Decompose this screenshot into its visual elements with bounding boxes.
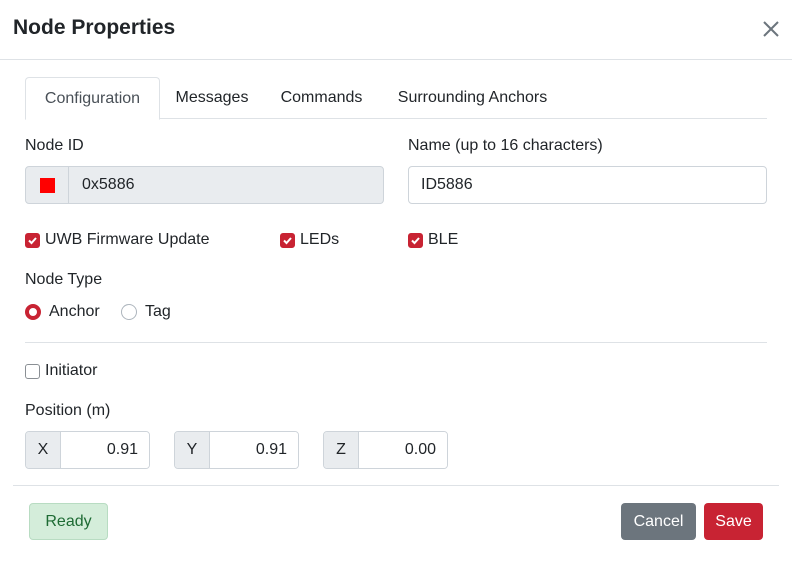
tab-bar: Configuration Messages Commands Surround…	[25, 77, 767, 120]
ble-label: BLE	[428, 231, 459, 248]
initiator-label: Initiator	[45, 362, 98, 379]
position-label: Position (m)	[25, 402, 111, 419]
status-badge: Ready	[29, 503, 108, 540]
tab-configuration[interactable]: Configuration	[25, 77, 160, 120]
node-id-value: 0x5886	[82, 176, 135, 193]
checkbox-checked-icon	[25, 232, 40, 248]
name-label: Name (up to 16 characters)	[408, 137, 603, 154]
checkbox-checked-icon	[408, 232, 423, 248]
dialog-header: Node Properties	[0, 0, 792, 60]
position-z-input[interactable]	[360, 432, 447, 468]
node-id-field: 0x5886	[25, 166, 384, 204]
section-divider	[25, 342, 767, 343]
position-y-prefix: Y	[175, 432, 210, 468]
tag-label: Tag	[145, 303, 171, 320]
ble-checkbox[interactable]: BLE	[408, 230, 458, 250]
position-x-field: X	[25, 431, 150, 469]
footer-divider	[13, 485, 779, 486]
name-input[interactable]	[408, 166, 767, 204]
node-type-label: Node Type	[25, 271, 103, 288]
tab-surrounding-anchors[interactable]: Surrounding Anchors	[385, 77, 560, 119]
node-color-cell	[26, 167, 69, 203]
node-type-tag-radio[interactable]: Tag	[121, 302, 171, 322]
node-id-label: Node ID	[25, 137, 84, 154]
checkbox-unchecked-icon	[25, 363, 40, 379]
leds-label: LEDs	[300, 231, 340, 248]
tab-commands[interactable]: Commands	[271, 77, 372, 119]
anchor-label: Anchor	[49, 303, 100, 320]
node-color-swatch	[40, 178, 55, 193]
initiator-checkbox[interactable]: Initiator	[25, 361, 97, 381]
node-properties-dialog: Node Properties Configuration Messages C…	[0, 0, 792, 569]
position-x-input[interactable]	[62, 432, 149, 468]
radio-unselected-icon	[121, 304, 137, 320]
cancel-button[interactable]: Cancel	[621, 503, 696, 540]
position-y-field: Y	[174, 431, 299, 469]
close-icon	[763, 21, 779, 37]
radio-selected-icon	[25, 304, 41, 320]
leds-checkbox[interactable]: LEDs	[280, 230, 339, 250]
tab-messages[interactable]: Messages	[163, 77, 261, 119]
position-z-field: Z	[323, 431, 448, 469]
position-y-input[interactable]	[211, 432, 298, 468]
node-type-anchor-radio[interactable]: Anchor	[25, 302, 100, 322]
dialog-title: Node Properties	[13, 16, 176, 39]
position-x-prefix: X	[26, 432, 61, 468]
checkbox-checked-icon	[280, 232, 295, 248]
close-button[interactable]	[758, 16, 784, 42]
uwb-firmware-update-checkbox[interactable]: UWB Firmware Update	[25, 230, 209, 250]
uwb-firmware-update-label: UWB Firmware Update	[45, 231, 210, 248]
save-button[interactable]: Save	[704, 503, 763, 540]
position-z-prefix: Z	[324, 432, 359, 468]
